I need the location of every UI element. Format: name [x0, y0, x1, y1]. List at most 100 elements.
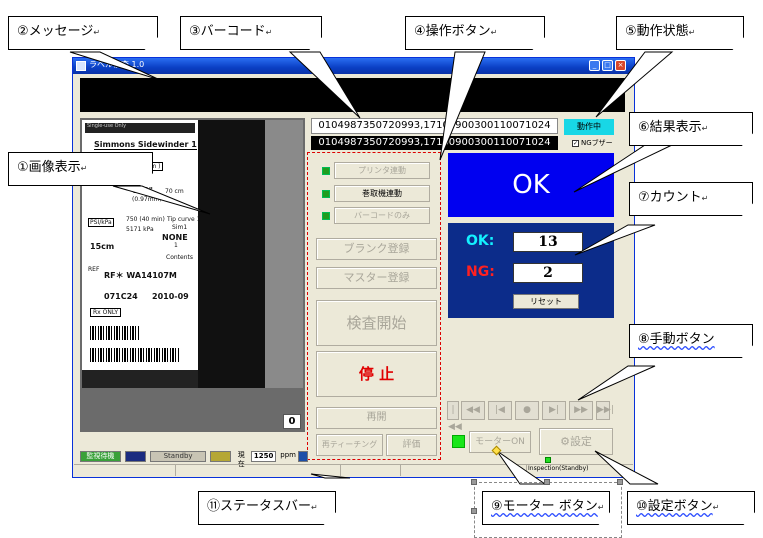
resize-handle[interactable]	[617, 479, 623, 485]
evaluate-button[interactable]: 評価	[386, 434, 437, 456]
statusline-divider	[526, 465, 527, 476]
callout-operation-buttons-text: ④操作ボタン	[414, 24, 491, 39]
app-icon	[76, 61, 86, 71]
image-dark-region	[198, 120, 265, 388]
current-label: 現在	[237, 450, 245, 468]
step-back-button[interactable]: |◀	[488, 401, 512, 420]
callout-image-display: ①画像表示↵	[8, 152, 153, 186]
label-15cm: 15cm	[90, 242, 115, 251]
callout-settings-button: ⑩設定ボタン↵	[627, 491, 755, 525]
callout-result-display: ⑥結果表示↵	[629, 112, 753, 146]
master-register-button[interactable]: マスター登録	[316, 267, 437, 289]
winder-link-led	[322, 190, 330, 198]
close-button[interactable]: ×	[615, 60, 626, 71]
label-footer	[82, 370, 198, 388]
jump-start-button[interactable]: |◀◀	[447, 401, 462, 432]
blank-register-button[interactable]: ブランク登録	[316, 238, 437, 260]
window-title: ラベル検査 1.0	[89, 60, 145, 69]
title-bar[interactable]	[73, 58, 634, 74]
ng-buzzer-checkbox[interactable]: ✓ NGブザー	[572, 138, 613, 148]
result-display: OK	[448, 153, 614, 217]
fast-rewind-button[interactable]: ◀◀	[461, 401, 485, 420]
callout-manual-buttons: ⑧手動ボタン	[629, 324, 753, 358]
label-psi-max: 5171 kPa	[126, 226, 154, 233]
message-bar	[80, 78, 625, 112]
resize-handle[interactable]	[471, 479, 477, 485]
callout-barcode-text: ③バーコード	[189, 24, 266, 39]
settings-label: 設定	[569, 435, 592, 448]
status-blue-cell	[298, 450, 308, 462]
label-lot: 071C24	[104, 292, 138, 301]
label-psi: PSI/kPa	[88, 218, 114, 227]
winder-link-button[interactable]: 巻取機連動	[334, 185, 430, 202]
statusline-divider	[400, 465, 401, 476]
minimize-button[interactable]: _	[589, 60, 600, 71]
callout-barcode: ③バーコード↵	[180, 16, 322, 50]
statusline-divider	[175, 465, 176, 476]
callout-status-bar-text: ⑪ステータスバー	[207, 499, 312, 514]
callout-manual-buttons-text: ⑧手動ボタン	[638, 332, 715, 347]
start-inspection-button[interactable]: 検査開始	[316, 300, 437, 346]
label-header: Single-use Only	[85, 123, 195, 133]
ng-count-label: NG:	[466, 264, 495, 280]
label-contents-count: 1	[174, 242, 178, 249]
resume-button[interactable]: 再開	[316, 407, 437, 429]
label-ref: RF＊ WA14107M	[104, 271, 177, 280]
callout-settings-button-text: ⑩設定ボタン	[636, 499, 713, 514]
printer-link-button[interactable]: プリンタ連動	[334, 162, 430, 179]
label-barcode-2	[90, 348, 180, 362]
label-contents: Contents	[166, 254, 193, 261]
fast-forward-button[interactable]: ▶▶	[569, 401, 593, 420]
stop-button[interactable]: 停 止	[316, 351, 437, 397]
status-color-cell	[124, 450, 146, 462]
maximize-button[interactable]: □	[602, 60, 613, 71]
ok-count-value: 13	[513, 232, 583, 252]
resize-handle[interactable]	[471, 508, 477, 514]
label-length-mm: (0.97mm)	[132, 196, 162, 203]
manual-record-button[interactable]: ●	[515, 401, 539, 420]
gear-icon: ⚙	[560, 435, 570, 448]
reteach-button[interactable]: 再ティーチング	[316, 434, 383, 456]
barcode-only-button[interactable]: バーコードのみ	[334, 207, 430, 224]
current-unit: ppm	[280, 450, 296, 459]
selection-frame[interactable]	[474, 482, 622, 538]
resize-handle[interactable]	[544, 479, 550, 485]
callout-operation-buttons: ④操作ボタン↵	[405, 16, 545, 50]
checkbox-box[interactable]: ✓	[572, 139, 579, 147]
callout-result-display-text: ⑥結果表示	[638, 120, 702, 135]
barcode-master-field: 0104987350720993,17100900300110071024	[311, 136, 558, 150]
status-olive-cell	[210, 450, 232, 462]
label-date: 2010-09	[152, 292, 189, 301]
barcode-only-led	[322, 212, 330, 220]
label-l-value: 70 cm	[165, 188, 184, 195]
reset-count-button[interactable]: リセット	[513, 294, 579, 309]
status-bar: 監視待機 Standby 現在 1250 ppm	[80, 449, 308, 468]
motor-led	[452, 435, 465, 448]
print-link-led	[322, 167, 330, 175]
label-psi-val: 750 (40 min)	[126, 216, 165, 223]
label-brand: Simmons Sidewinder 1	[94, 140, 197, 150]
rotate-handle[interactable]	[545, 457, 551, 463]
label-barcode-1	[90, 326, 140, 340]
inspection-status-text: Inspection(Standby)	[528, 465, 589, 472]
step-forward-button[interactable]: ▶|	[542, 401, 566, 420]
jump-end-button[interactable]: ▶▶|	[596, 401, 614, 420]
label-length: 038"	[132, 186, 153, 195]
run-status-indicator: 動作中	[564, 119, 614, 135]
callout-count: ⑦カウント↵	[629, 182, 753, 216]
ng-buzzer-label: NGブザー	[581, 139, 613, 147]
label-tip-val: Sim1	[172, 224, 188, 231]
callout-run-status-text: ⑤動作状態	[625, 24, 689, 39]
callout-status-bar: ⑪ステータスバー↵	[198, 491, 336, 525]
callout-message: ②メッセージ↵	[8, 16, 158, 50]
callout-image-display-text: ①画像表示	[17, 160, 81, 175]
label-rx: Rx ONLY	[90, 308, 122, 317]
ng-count-value: 2	[513, 263, 583, 283]
image-gray-region	[265, 120, 303, 388]
image-counter: 0	[283, 414, 301, 429]
statusline-divider	[340, 465, 341, 476]
ok-count-label: OK:	[466, 233, 495, 249]
label-ref-tag: REF	[88, 266, 100, 273]
settings-button[interactable]: ⚙設定	[539, 428, 613, 455]
callout-message-text: ②メッセージ	[17, 24, 94, 39]
